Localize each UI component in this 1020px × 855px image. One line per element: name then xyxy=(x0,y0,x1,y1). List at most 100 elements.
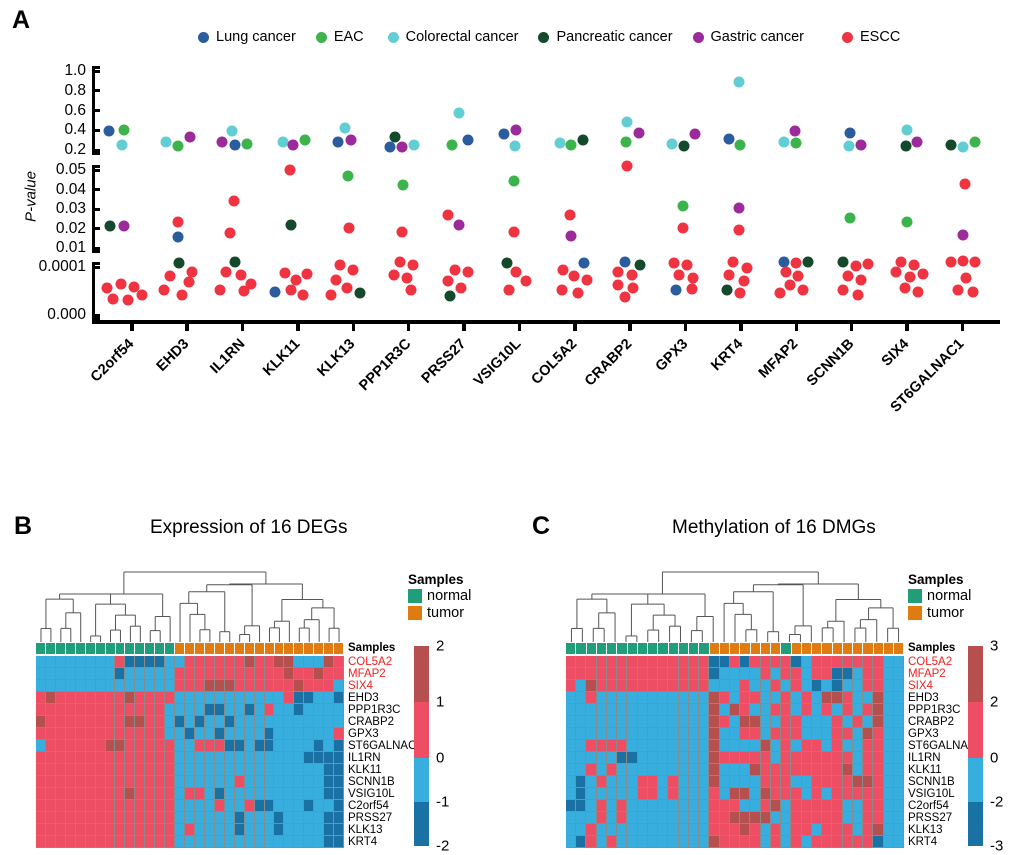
sample-cell-normal xyxy=(689,643,700,654)
heatmap-cell xyxy=(95,836,106,848)
heatmap-cell xyxy=(334,824,344,836)
sample-cell-tumor xyxy=(730,643,741,654)
heatmap-cell xyxy=(873,668,884,680)
legend-label: Colorectal cancer xyxy=(405,29,519,45)
heatmap-cell xyxy=(224,812,235,824)
x-axis-label-il1rn: IL1RN xyxy=(206,336,248,377)
heatmap-cell xyxy=(65,668,76,680)
heatmap-cell xyxy=(274,752,285,764)
heatmap-cell xyxy=(145,704,156,716)
heatmap-cell xyxy=(75,788,86,800)
scatter-point xyxy=(330,274,342,286)
scatter-point xyxy=(899,282,911,294)
heatmap-cell xyxy=(668,812,679,824)
legend-item-gastric-cancer: Gastric cancer xyxy=(692,29,804,45)
heatmap-cell xyxy=(647,728,659,740)
scatter-point xyxy=(619,291,631,303)
scatter-point xyxy=(269,286,281,298)
y-tick xyxy=(92,246,100,250)
heatmap-cell xyxy=(852,728,864,740)
heatmap-cell xyxy=(105,764,116,776)
heatmap-cell xyxy=(873,740,884,752)
heatmap-cell xyxy=(155,656,166,668)
heatmap-cell xyxy=(304,656,315,668)
heatmap-cell xyxy=(314,668,325,680)
heatmap-cell xyxy=(770,824,782,836)
heatmap-cell xyxy=(658,812,669,824)
heatmap-cell xyxy=(719,656,730,668)
heatmap-cell xyxy=(105,740,116,752)
heatmap-cell xyxy=(145,764,156,776)
heatmap-cell xyxy=(45,776,56,788)
heatmap-cell xyxy=(729,740,741,752)
scatter-point xyxy=(299,134,311,146)
heatmap-cell xyxy=(155,836,166,848)
heatmap-cell xyxy=(155,692,166,704)
heatmap-cell xyxy=(637,668,648,680)
heatmap-cell xyxy=(135,788,146,800)
heatmap-cell xyxy=(688,716,700,728)
heatmap-cell xyxy=(688,680,700,692)
scatter-point xyxy=(670,284,682,296)
heatmap-cell xyxy=(304,800,315,812)
heatmap-cell xyxy=(627,692,638,704)
y-tick-label: 0.0001 xyxy=(38,258,86,275)
heatmap-cell xyxy=(678,716,689,728)
heatmap-cell xyxy=(822,656,833,668)
heatmap-cell xyxy=(254,752,265,764)
heatmap-cell xyxy=(185,728,195,740)
heatmap-cell xyxy=(284,788,295,800)
heatmap-cell xyxy=(678,836,689,848)
heatmap-cell xyxy=(760,812,771,824)
heatmap-cell xyxy=(729,716,741,728)
sample-cell-tumor xyxy=(719,643,730,654)
heatmap-cell xyxy=(254,788,265,800)
scatter-point xyxy=(238,285,250,297)
heatmap-cell xyxy=(214,656,225,668)
heatmap-cell xyxy=(750,668,761,680)
panel-c-samples-row-label: Samples xyxy=(908,642,956,654)
legend-item-lung-cancer: Lung cancer xyxy=(198,29,296,45)
heatmap-cell xyxy=(852,680,864,692)
heatmap-cell xyxy=(596,812,607,824)
heatmap-cell xyxy=(224,656,235,668)
heatmap-cell xyxy=(36,836,46,848)
heatmap-cell xyxy=(729,656,741,668)
heatmap-cell xyxy=(304,740,315,752)
heatmap-cell xyxy=(606,752,618,764)
heatmap-cell xyxy=(832,788,843,800)
heatmap-cell xyxy=(274,668,285,680)
heatmap-cell xyxy=(688,692,700,704)
heatmap-cell xyxy=(324,704,335,716)
heatmap-cell xyxy=(155,740,166,752)
samples-legend-item-tumor: tumor xyxy=(908,605,971,621)
sample-cell-normal xyxy=(607,643,618,654)
heatmap-cell xyxy=(254,836,265,848)
scatter-point xyxy=(394,256,406,268)
heatmap-cell xyxy=(699,680,710,692)
heatmap-cell xyxy=(214,728,225,740)
heatmap-cell xyxy=(596,680,607,692)
heatmap-cell xyxy=(688,764,700,776)
heatmap-cell xyxy=(658,716,669,728)
scatter-point xyxy=(301,268,313,280)
heatmap-cell xyxy=(893,680,904,692)
heatmap-cell xyxy=(873,716,884,728)
heatmap-cell xyxy=(254,728,265,740)
heatmap-cell xyxy=(893,752,904,764)
scale-segment xyxy=(968,646,983,702)
heatmap-cell xyxy=(770,728,782,740)
heatmap-cell xyxy=(125,812,136,824)
heatmap-cell xyxy=(832,740,843,752)
heatmap-cell xyxy=(294,836,305,848)
scatter-point xyxy=(911,136,923,148)
heatmap-cell xyxy=(842,788,853,800)
heatmap-row-label-ehd3: EHD3 xyxy=(348,692,379,704)
heatmap-cell xyxy=(770,680,782,692)
sample-cell-tumor xyxy=(760,643,771,654)
heatmap-cell xyxy=(185,752,195,764)
heatmap-cell xyxy=(668,716,679,728)
sample-cell-tumor xyxy=(254,643,265,654)
scatter-point xyxy=(901,124,913,136)
heatmap-cell xyxy=(36,800,46,812)
